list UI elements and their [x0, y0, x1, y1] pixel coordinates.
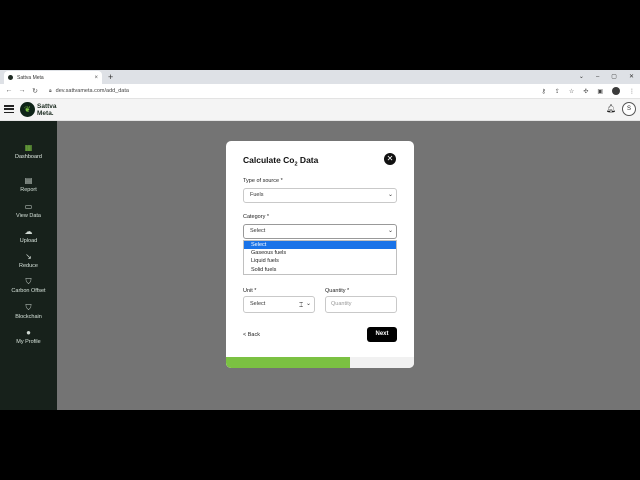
- sidebar-item-dashboard[interactable]: ▦ Dashboard: [0, 143, 57, 160]
- shield-icon: ⛉: [25, 277, 32, 286]
- star-icon[interactable]: ☆: [569, 88, 574, 95]
- url-text: dev.sattvameta.com/add_data: [55, 88, 129, 94]
- sidebar-item-blockchain[interactable]: ⛉ Blockchain: [0, 303, 57, 320]
- nav-buttons: ← → ↻: [3, 87, 41, 95]
- reload-icon[interactable]: ↻: [29, 87, 41, 95]
- forward-arrow-icon[interactable]: →: [16, 87, 28, 95]
- calculate-co2-modal: Calculate Co2 Data ✕ Type of source * Fu…: [226, 141, 414, 368]
- menu-icon[interactable]: [4, 105, 14, 113]
- report-icon: ▤: [24, 176, 33, 185]
- shield-check-icon: ⛉: [25, 303, 32, 312]
- sidebar-item-view-data[interactable]: ▭ View Data: [0, 202, 57, 219]
- category-select[interactable]: Select ⌄: [243, 224, 397, 239]
- person-icon: ●: [26, 328, 31, 337]
- progress-fill: [226, 357, 351, 368]
- window-controls: ⌄ – ▢ ✕: [579, 71, 634, 83]
- back-arrow-icon[interactable]: ←: [3, 87, 15, 95]
- browser-tab[interactable]: Sattva Meta ×: [4, 71, 102, 84]
- logo[interactable]: ❦ Sattva Meta.: [20, 102, 57, 117]
- type-of-source-label: Type of source *: [243, 178, 283, 184]
- close-icon[interactable]: ✕: [384, 153, 396, 165]
- browser-tab-strip: Sattva Meta × + ⌄ – ▢ ✕: [0, 70, 640, 84]
- sidebar-item-report[interactable]: ▤ Report: [0, 176, 57, 193]
- category-label: Category *: [243, 214, 269, 220]
- dashboard-icon: ▦: [24, 143, 33, 152]
- minimize-icon[interactable]: –: [596, 71, 599, 83]
- share-icon[interactable]: ⇪: [555, 88, 560, 95]
- cloud-upload-icon: ☁: [24, 227, 33, 236]
- sidebar-item-reduce[interactable]: ↘ Reduce: [0, 252, 57, 269]
- chevron-down-icon: ⌄: [387, 192, 393, 198]
- sidebar-item-upload[interactable]: ☁ Upload: [0, 227, 57, 244]
- screen: Sattva Meta × + ⌄ – ▢ ✕ ← → ↻ 🔒︎ dev.sat…: [0, 70, 640, 410]
- browser-toolbar-icons: ⚷ ⇪ ☆ ✣ ▣ ⋮: [541, 87, 635, 95]
- modal-title: Calculate Co2 Data: [243, 155, 319, 168]
- profile-avatar[interactable]: [612, 87, 620, 95]
- monitor-icon: ▭: [24, 202, 33, 211]
- sidebar-item-carbon-offset[interactable]: ⛉ Carbon Offset: [0, 277, 57, 294]
- tab-search-icon[interactable]: ⌄: [579, 71, 584, 83]
- quantity-input[interactable]: Quantity: [325, 296, 397, 313]
- mouse-cursor-icon: ⌶: [299, 302, 304, 309]
- bell-icon[interactable]: 🔔︎: [606, 104, 616, 113]
- chevron-down-icon: ⌄: [387, 228, 393, 234]
- category-dropdown-list: Select Gaseous fuels Liquid fuels Solid …: [243, 240, 397, 275]
- tab-title: Sattva Meta: [17, 74, 44, 81]
- next-button[interactable]: Next: [367, 327, 397, 342]
- new-tab-button[interactable]: +: [108, 71, 113, 83]
- progress-bar: [226, 357, 414, 368]
- tab-close-icon[interactable]: ×: [94, 75, 98, 81]
- maximize-icon[interactable]: ▢: [611, 71, 617, 83]
- unit-label: Unit *: [243, 288, 257, 294]
- more-menu-icon[interactable]: ⋮: [629, 88, 635, 95]
- favicon-icon: [8, 75, 13, 80]
- sidepanel-icon[interactable]: ▣: [597, 88, 603, 95]
- category-option-gaseous-fuels[interactable]: Gaseous fuels: [244, 249, 396, 257]
- category-option-solid-fuels[interactable]: Solid fuels: [244, 266, 396, 274]
- back-button[interactable]: < Back: [243, 332, 260, 338]
- category-option-liquid-fuels[interactable]: Liquid fuels: [244, 257, 396, 265]
- unit-select[interactable]: Select ⌄: [243, 296, 315, 313]
- type-of-source-select[interactable]: Fuels ⌄: [243, 188, 397, 203]
- sidebar: ▦ Dashboard ▤ Report ▭ View Data ☁ Uploa…: [0, 121, 57, 410]
- address-bar: ← → ↻ 🔒︎ dev.sattvameta.com/add_data ⚷ ⇪…: [0, 84, 640, 99]
- logo-text: Sattva Meta.: [37, 102, 57, 117]
- trend-down-icon: ↘: [25, 252, 32, 261]
- sidebar-item-my-profile[interactable]: ● My Profile: [0, 328, 57, 345]
- url-field[interactable]: 🔒︎ dev.sattvameta.com/add_data: [49, 88, 129, 94]
- key-icon[interactable]: ⚷: [541, 88, 545, 95]
- leaf-logo-icon: ❦: [20, 102, 35, 117]
- window-close-icon[interactable]: ✕: [629, 71, 634, 83]
- extensions-icon[interactable]: ✣: [583, 88, 588, 95]
- lock-icon: 🔒︎: [49, 88, 52, 94]
- app-header: ❦ Sattva Meta. 🔔︎ S: [0, 99, 640, 121]
- user-avatar[interactable]: S: [622, 102, 636, 116]
- quantity-label: Quantity *: [325, 288, 350, 294]
- category-option-select[interactable]: Select: [244, 241, 396, 250]
- chevron-down-icon: ⌄: [305, 301, 311, 307]
